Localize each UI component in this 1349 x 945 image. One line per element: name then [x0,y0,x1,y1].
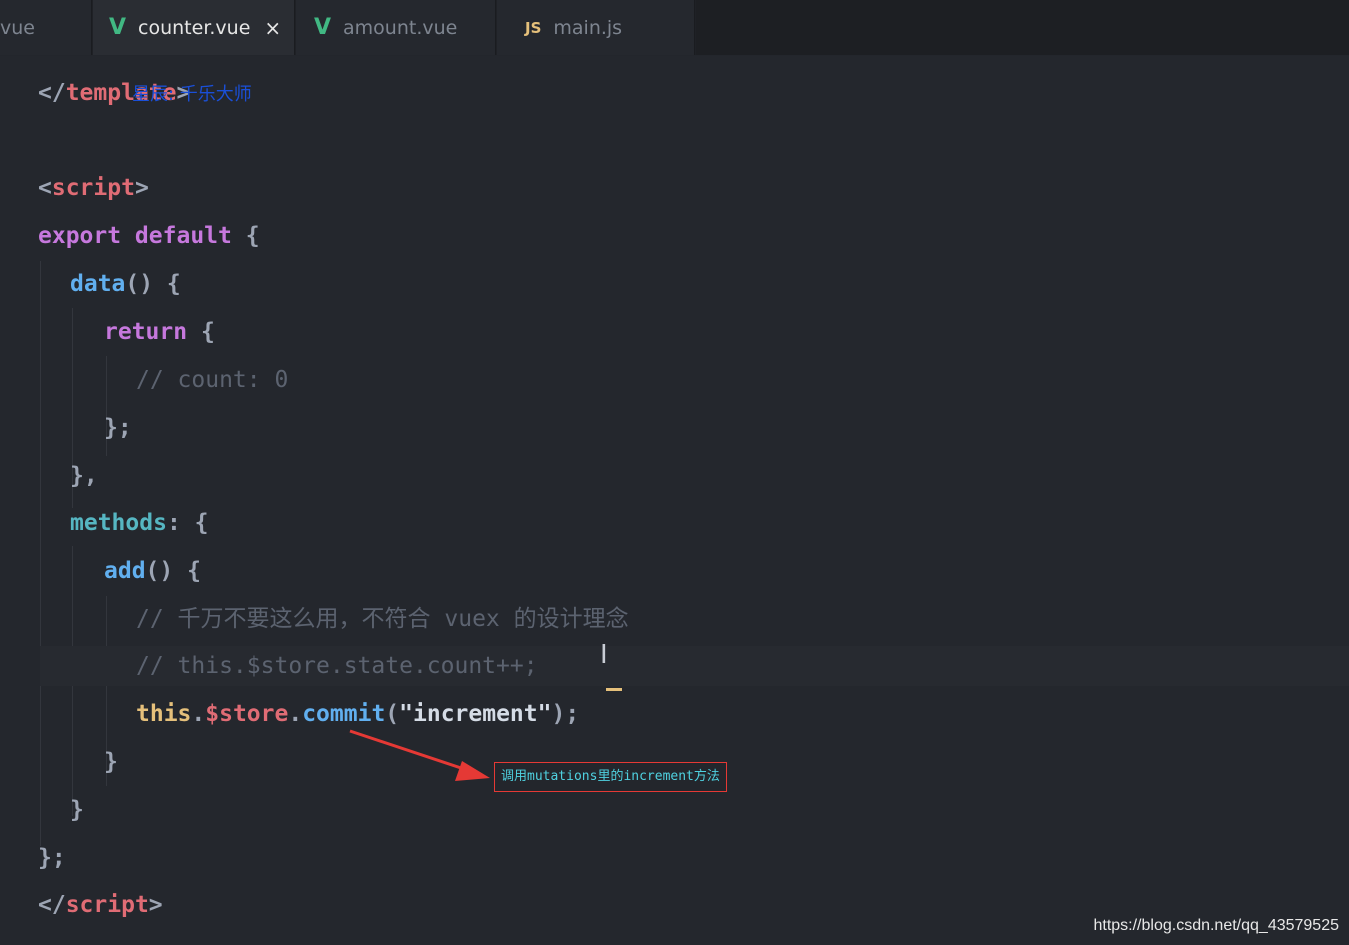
text-caret [606,688,622,691]
code-token: . [191,701,206,727]
vue-icon: V [314,15,332,40]
js-icon: JS [525,18,542,37]
code-line-12: // 千万不要这么用，不符合 vuex 的设计理念 [136,599,1349,639]
tab-main-js[interactable]: JS main.js [497,0,695,55]
code-token: ( [385,701,400,727]
code-token: }; [38,845,66,871]
code-token: { [231,223,260,249]
tab-label: vue [0,16,35,39]
code-token: () { [125,271,181,297]
code-token: </ [38,892,66,918]
code-token: }; [104,415,132,441]
code-line-5: data() { [70,264,1349,304]
code-token: : { [166,510,209,536]
indent-guide [40,261,41,846]
code-token: < [38,175,52,201]
code-token: . [288,701,303,727]
tab-label: amount.vue [343,16,458,39]
vue-icon: V [109,15,127,40]
tab-label: main.js [553,16,623,39]
tab-vue[interactable]: vue [0,0,92,55]
code-token: methods [70,510,167,536]
annotation-box: 调用mutations里的increment方法 [494,762,727,792]
watermark: https://blog.csdn.net/qq_43579525 [1093,917,1339,934]
tab-amount-vue[interactable]: V amount.vue [296,0,496,55]
code-line-6: return { [104,312,1349,352]
tab-bar-empty [696,0,1349,55]
code-token: }, [70,463,98,489]
code-line-8: }; [104,408,1349,448]
code-token: this [136,701,192,727]
code-token: $store [205,701,289,727]
code-line-3: <script> [38,168,1349,208]
code-token: script [65,892,149,918]
code-token: return [104,319,188,345]
code-token: { [187,319,215,345]
code-token: add [104,558,146,584]
code-line-11: add() { [104,551,1349,591]
tab-counter-vue[interactable]: V counter.vue × [93,0,295,55]
code-comment: // 千万不要这么用，不符合 vuex 的设计理念 [136,606,629,632]
tab-label: counter.vue [138,16,251,39]
code-line-7: // count: 0 [136,360,1349,400]
code-line-13-current: // this.$store.state.count++; [40,646,1349,686]
code-line-16: } [70,790,1349,830]
code-token: </ [38,80,66,106]
code-editor[interactable]: </template> <script> export default { da… [0,56,1349,945]
code-line-10: methods: { [70,503,1349,543]
code-string: "increment" [399,701,552,727]
code-token: commit [302,701,386,727]
code-comment: // count: 0 [136,367,289,393]
code-token: } [104,749,118,775]
code-token: export default [38,223,232,249]
code-line-17: }; [38,838,1349,878]
overlay-caption: 星辰: 千乐大师 [132,84,252,105]
code-comment: // this.$store.state.count++; [136,653,538,679]
code-token: () { [145,558,201,584]
close-icon[interactable]: × [264,16,281,40]
code-token: data [70,271,126,297]
code-token: > [148,892,163,918]
text-cursor-icon: I [600,640,608,670]
code-line-9: }, [70,456,1349,496]
code-token: script [51,175,135,201]
code-token: } [70,797,84,823]
tab-bar: vue V counter.vue × V amount.vue JS main… [0,0,1349,55]
code-token: > [134,175,149,201]
code-line-4: export default { [38,216,1349,256]
code-line-14: this.$store.commit("increment"); [136,694,1349,734]
code-token: ); [551,701,580,727]
